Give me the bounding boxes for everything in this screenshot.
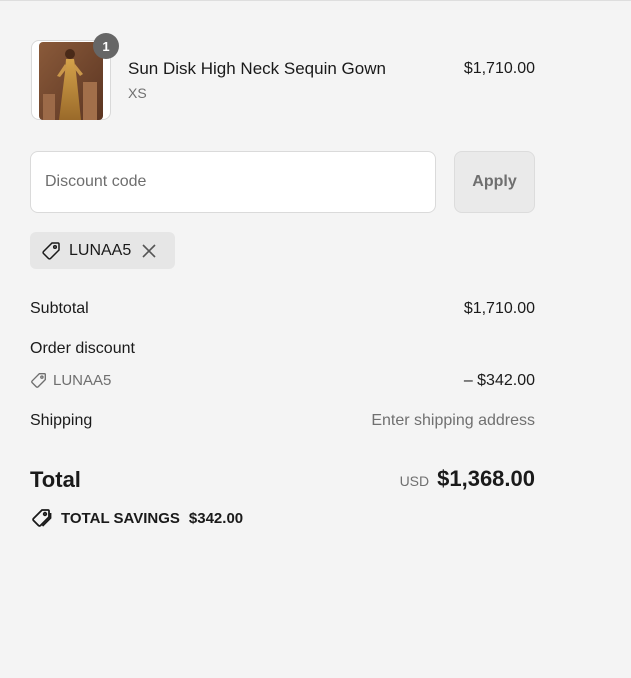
- applied-discount-code: LUNAA5: [69, 241, 132, 259]
- total-savings-value: $342.00: [188, 509, 244, 527]
- subtotal-value: $1,710.00: [463, 300, 535, 317]
- order-discount-code-row: LUNAA5: [30, 372, 111, 389]
- total-value: $1,368.00: [437, 466, 535, 491]
- total-savings-label: TOTAL SAVINGS: [61, 509, 180, 527]
- total-value-group: USD $1,368.00: [400, 466, 535, 492]
- tag-icon: [30, 372, 47, 389]
- order-discount-code: LUNAA5: [53, 372, 112, 389]
- tag-icon: [41, 241, 61, 261]
- remove-discount-close-icon[interactable]: [142, 243, 156, 258]
- product-thumbnail: 1: [31, 33, 119, 120]
- subtotal-label: Subtotal: [30, 300, 89, 317]
- quantity-badge: 1: [93, 33, 119, 59]
- shipping-label: Shipping: [30, 412, 93, 429]
- gown-product-image: [39, 42, 103, 120]
- currency-code: USD: [399, 473, 430, 489]
- order-discount-value: – $342.00: [463, 372, 535, 389]
- product-price: $1,710.00: [463, 60, 535, 77]
- applied-discount-chip: LUNAA5: [30, 232, 175, 269]
- discount-code-input[interactable]: [30, 151, 436, 213]
- product-variant: XS: [128, 85, 147, 101]
- shipping-value: Enter shipping address: [371, 412, 535, 429]
- apply-discount-button[interactable]: Apply: [454, 151, 535, 213]
- order-discount-label: Order discount: [30, 340, 135, 357]
- total-label: Total: [30, 467, 81, 492]
- total-savings-row: TOTAL SAVINGS $342.00: [30, 508, 243, 528]
- savings-tag-icon: [30, 508, 52, 528]
- product-name: Sun Disk High Neck Sequin Gown: [128, 59, 386, 78]
